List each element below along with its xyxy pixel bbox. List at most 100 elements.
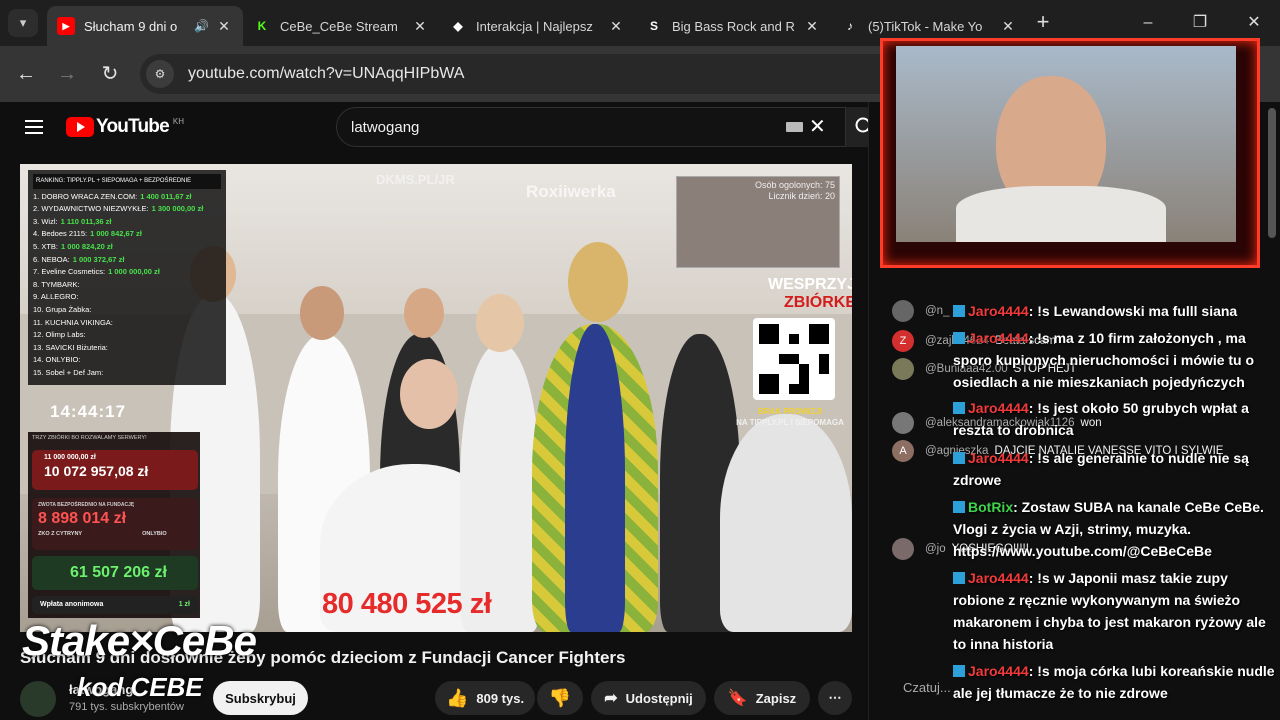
tiktok-icon: ♪ [847, 19, 853, 33]
tab-search-button[interactable]: ▾ [8, 9, 38, 37]
no-commission-label: BRAK PROWIZJI NA TIPPLY.PL I SIEPOMAGA [736, 407, 844, 427]
youtube-header: YouTube KH latwogang ✕ [0, 102, 884, 152]
dislike-button[interactable]: 👎 [537, 681, 583, 715]
video-player[interactable]: RANKING: TIPPLY.PL + SIEPOMAGA + BEZPOŚR… [20, 164, 852, 632]
subscriber-badge-icon [953, 452, 965, 464]
ranking-row: 7. Eveline Cosmetics: 1 000 000,00 zł [33, 267, 160, 277]
youtube-icon: ▶ [57, 17, 75, 35]
url-text: youtube.com/watch?v=UNAqqHIPbWA [188, 65, 465, 82]
site-info-icon[interactable]: ⚙ [146, 60, 174, 88]
ranking-row: 2. WYDAWNICTWO NIEZWYKŁE: 1 300 000,00 zł [33, 204, 204, 214]
reload-button[interactable]: ↻ [96, 60, 124, 88]
more-icon: ⋯ [828, 690, 842, 705]
close-window-button[interactable]: ✕ [1239, 10, 1269, 36]
minimize-button[interactable]: – [1133, 10, 1163, 36]
ranking-row: 14. ONLYBIO: [33, 355, 81, 365]
close-tab-icon[interactable]: ✕ [607, 18, 625, 35]
clear-search-icon[interactable]: ✕ [809, 114, 826, 139]
kick-icon: K [257, 19, 267, 33]
chat-avatar[interactable]: A [892, 440, 914, 462]
subscriber-badge-icon [953, 332, 965, 344]
tab-1[interactable]: ▶ Słucham 9 dni o 🔊 ✕ [47, 6, 243, 46]
youtube-play-icon [66, 117, 94, 137]
ranking-row: 15. Sobel + Def Jam: [33, 367, 104, 377]
stream-chat-user: BotRix [968, 499, 1014, 515]
share-button[interactable]: ➦ Udostępnij [591, 681, 706, 715]
ranking-row: 8. TYMBARK: [33, 279, 80, 289]
keyboard-icon[interactable] [786, 122, 803, 132]
ranking-row: 11. KUCHNIA VIKINGA: [33, 317, 113, 327]
chat-avatar[interactable] [892, 538, 914, 560]
subscriber-badge-icon [953, 501, 965, 513]
stream-chat-message: Jaro4444: !s ma z 10 firm założonych , m… [953, 327, 1278, 393]
restore-button[interactable]: ❐ [1185, 10, 1215, 36]
close-tab-icon[interactable]: ✕ [999, 18, 1017, 35]
qr-code [753, 318, 835, 400]
youtube-logo[interactable]: YouTube KH [66, 116, 184, 138]
roxiiwerka-logo: Roxiiwerka [526, 182, 616, 201]
chat-author[interactable]: @n_ [925, 305, 949, 317]
subscriber-badge-icon [953, 572, 965, 584]
save-button[interactable]: 🔖 Zapisz [714, 681, 810, 715]
tab-title: Interakcja | Najlepsz [476, 18, 593, 34]
back-button[interactable]: ← [12, 60, 40, 88]
subscriber-badge-icon [953, 402, 965, 414]
stream-chat-message: Jaro4444: !s jest około 50 grubych wpłat… [953, 397, 1278, 441]
ranking-row: 13. SAVICKI Biżuteria: [33, 342, 108, 352]
thumbs-up-icon: 👍 [445, 687, 469, 708]
new-tab-button[interactable]: + [1031, 10, 1055, 34]
total-raised: 80 480 525 zł [322, 588, 492, 620]
close-tab-icon[interactable]: ✕ [803, 18, 821, 35]
chat-input[interactable]: Czatuj... [903, 680, 951, 695]
bookmark-icon: 🔖 [727, 690, 748, 707]
chat-avatar[interactable]: Z [892, 330, 914, 352]
ranking-row: 5. XTB: 1 000 824,20 zł [33, 241, 113, 251]
dkms-logo: DKMS.PL/JR [376, 172, 455, 187]
close-tab-icon[interactable]: ✕ [411, 18, 429, 35]
tab-4[interactable]: S Big Bass Rock and R ✕ [635, 6, 831, 46]
stream-chat-user: Jaro4444 [968, 303, 1029, 319]
stream-chat-message: Jaro4444: !s w Japonii masz takie zupy r… [953, 567, 1278, 655]
chat-avatar[interactable] [892, 412, 914, 434]
ranking-row: 1. DOBRO WRACA ZEN.COM: 1 400 011,67 zł [33, 191, 192, 201]
subscriber-badge-icon [953, 665, 965, 677]
inset-camera: Osób ogolonych: 75 Licznik dzień: 20 [676, 176, 840, 268]
tab-title: CeBe_CeBe Stream [280, 18, 398, 34]
close-tab-icon[interactable]: ✕ [215, 18, 233, 35]
diamond-icon: ◆ [453, 19, 463, 33]
chat-scrollbar[interactable] [1268, 108, 1276, 238]
ranking-row: 6. NEBOA: 1 000 372,67 zł [33, 254, 125, 264]
fundraiser-panel: TRZY ZBIÓRKI BO ROZWALAMY SERWERY! 11 00… [28, 432, 200, 618]
speaker-icon[interactable]: 🔊 [194, 19, 209, 33]
fundraiser-box-1: 11 000 000,00 zł 10 072 957,08 zł [32, 450, 198, 490]
menu-icon[interactable] [25, 120, 43, 134]
forward-button[interactable]: → [53, 60, 81, 88]
stream-chat-user: Jaro4444 [968, 663, 1029, 679]
support-fundraiser-label: WESPRZYJ ZBIÓRKĘ [767, 276, 852, 311]
tab-title: Big Bass Rock and R [672, 18, 795, 34]
ranking-row: 9. ALLEGRO: [33, 292, 79, 302]
chat-avatar[interactable] [892, 300, 914, 322]
tab-title: Słucham 9 dni o [84, 18, 178, 34]
fundraiser-box-2: ZWOTA BEZPOŚREDNIO NA FUNDACJĘ 8 898 014… [32, 498, 198, 550]
ranking-row: 4. Bedoes 2115: 1 000 842,67 zł [33, 229, 142, 239]
stream-chat-user: Jaro4444 [968, 400, 1029, 416]
like-button[interactable]: 👍 809 tys. [435, 681, 535, 715]
more-actions-button[interactable]: ⋯ [818, 681, 852, 715]
stream-chat-text: : !s Lewandowski ma fulll siana [1028, 303, 1238, 319]
promo-code-watermark: kod CEBE [77, 672, 203, 702]
subscribe-button[interactable]: Subskrybuj [213, 681, 308, 715]
chat-avatar[interactable] [892, 358, 914, 380]
s-icon: S [649, 19, 658, 33]
channel-avatar[interactable] [20, 681, 56, 717]
stream-chat-user: Jaro4444 [968, 570, 1029, 586]
stream-chat-message: Jaro4444: !s ale generalnie to nudle nie… [953, 447, 1278, 491]
tab-2[interactable]: K CeBe_CeBe Stream ✕ [243, 6, 439, 46]
streamer-webcam [896, 46, 1236, 242]
chat-author[interactable]: @jo [925, 543, 946, 555]
tab-3[interactable]: ◆ Interakcja | Najlepsz ✕ [439, 6, 635, 46]
stream-clock: 14:44:17 [50, 402, 127, 421]
search-input[interactable]: latwogang [336, 107, 846, 147]
ranking-row: 10. Grupa Żabka: [33, 304, 92, 314]
fundraiser-box-3: 61 507 206 zł [32, 556, 198, 590]
